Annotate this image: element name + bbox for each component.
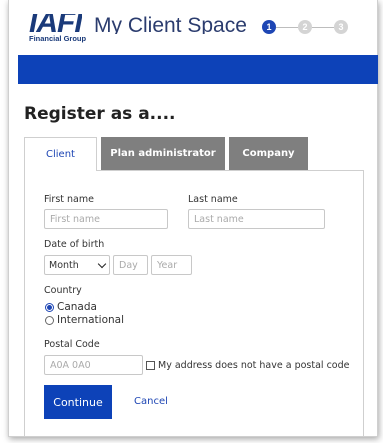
step-1: 1 bbox=[262, 20, 276, 34]
no-postal-code-label: My address does not have a postal code bbox=[158, 360, 350, 371]
postal-code-label: Postal Code bbox=[44, 339, 100, 350]
radio-button[interactable] bbox=[45, 315, 54, 325]
company-logo[interactable]: IAFI Financial Group bbox=[29, 14, 91, 48]
chevron-down-icon bbox=[97, 259, 107, 269]
postal-code-input[interactable] bbox=[44, 355, 143, 375]
registration-tabs: Client Plan administrator Company bbox=[24, 137, 312, 171]
country-option-label: International bbox=[57, 314, 125, 326]
tab-client[interactable]: Client bbox=[24, 137, 97, 171]
step-3: 3 bbox=[334, 20, 348, 34]
app-title: My Client Space bbox=[94, 14, 247, 34]
no-postal-code-checkbox[interactable] bbox=[146, 361, 155, 370]
step-connector bbox=[312, 26, 334, 28]
day-input[interactable] bbox=[113, 255, 148, 275]
last-name-input[interactable] bbox=[188, 209, 325, 229]
month-select[interactable]: Month bbox=[44, 255, 110, 275]
country-option-canada[interactable]: Canada bbox=[45, 301, 97, 313]
step-indicator: 1 2 3 bbox=[262, 20, 348, 34]
year-input[interactable] bbox=[151, 255, 192, 275]
step-2: 2 bbox=[298, 20, 312, 34]
radio-button[interactable] bbox=[45, 302, 54, 312]
tab-company[interactable]: Company bbox=[229, 137, 308, 170]
continue-button[interactable]: Continue bbox=[44, 385, 112, 419]
page-title: Register as a.... bbox=[24, 104, 176, 124]
step-connector bbox=[276, 26, 298, 28]
last-name-label: Last name bbox=[188, 194, 238, 205]
header: IAFI Financial Group My Client Space 1 2… bbox=[9, 0, 377, 55]
logo-subtitle: Financial Group bbox=[29, 34, 87, 43]
cancel-link[interactable]: Cancel bbox=[134, 396, 168, 407]
no-postal-code-option[interactable]: My address does not have a postal code bbox=[146, 360, 350, 371]
dob-label: Date of birth bbox=[44, 239, 105, 250]
country-option-international[interactable]: International bbox=[45, 314, 124, 326]
tab-plan-administrator[interactable]: Plan administrator bbox=[101, 137, 225, 170]
logo-mark: IAFI bbox=[29, 14, 82, 32]
month-value: Month bbox=[49, 259, 79, 271]
first-name-label: First name bbox=[44, 194, 94, 205]
header-band bbox=[18, 55, 378, 84]
country-label: Country bbox=[44, 285, 82, 296]
country-option-label: Canada bbox=[57, 301, 97, 313]
first-name-input[interactable] bbox=[44, 209, 168, 229]
